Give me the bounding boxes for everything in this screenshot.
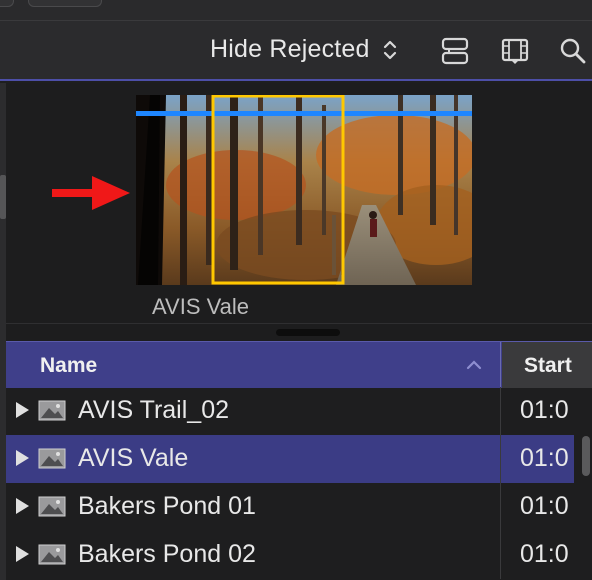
disclosure-triangle-icon[interactable] bbox=[16, 498, 29, 514]
clip-name: Bakers Pond 01 bbox=[78, 492, 256, 520]
red-arrow-icon bbox=[52, 176, 130, 210]
list-scroll-knob[interactable] bbox=[582, 436, 590, 476]
clip-name: AVIS Trail_02 bbox=[78, 396, 230, 424]
sort-ascending-icon[interactable] bbox=[466, 358, 482, 370]
left-scroll-knob[interactable] bbox=[0, 175, 6, 219]
hide-rejected-popup[interactable]: Hide Rejected bbox=[210, 35, 398, 64]
clip-start: 01:0 bbox=[520, 396, 569, 424]
clip-name: Bakers Pond 02 bbox=[78, 540, 256, 568]
filmstrip-icon[interactable] bbox=[500, 36, 530, 66]
clip-start: 01:0 bbox=[520, 492, 569, 520]
column-separator bbox=[500, 531, 501, 579]
disclosure-triangle-icon[interactable] bbox=[16, 402, 29, 418]
clip-list: Name Start AVIS Trail_02 01:0 AVIS Vale … bbox=[6, 341, 592, 580]
clip-thumbnail[interactable] bbox=[136, 95, 472, 285]
column-separator bbox=[500, 483, 501, 531]
list-scrollbar[interactable] bbox=[574, 390, 592, 580]
image-clip-icon bbox=[38, 544, 66, 565]
clip-start: 01:0 bbox=[520, 444, 569, 472]
column-separator[interactable] bbox=[500, 342, 501, 388]
column-header-name[interactable]: Name bbox=[40, 354, 97, 378]
clip-name-label: AVIS Vale bbox=[152, 294, 250, 319]
image-clip-icon bbox=[38, 496, 66, 517]
column-separator bbox=[500, 435, 501, 483]
pane-divider[interactable] bbox=[6, 323, 592, 342]
disclosure-triangle-icon[interactable] bbox=[16, 546, 29, 562]
stepper-icon bbox=[382, 37, 398, 63]
image-clip-icon bbox=[38, 400, 66, 421]
list-header: Name Start bbox=[6, 341, 592, 388]
clip-name: AVIS Vale bbox=[78, 444, 189, 472]
list-row[interactable]: Bakers Pond 01 01:0 bbox=[6, 483, 592, 531]
column-separator bbox=[500, 387, 501, 435]
hide-rejected-label: Hide Rejected bbox=[210, 35, 370, 63]
window-top-strip bbox=[0, 0, 592, 21]
tab[interactable] bbox=[28, 0, 102, 7]
list-row-selected[interactable]: AVIS Vale 01:0 bbox=[6, 435, 592, 483]
clip-start: 01:0 bbox=[520, 540, 569, 568]
tab-edge[interactable] bbox=[0, 0, 14, 7]
clip-appearance-icon[interactable] bbox=[440, 36, 470, 66]
browser-toolbar: Hide Rejected bbox=[0, 21, 592, 81]
image-clip-icon bbox=[38, 448, 66, 469]
column-header-start-cell[interactable]: Start bbox=[502, 342, 592, 388]
column-header-start: Start bbox=[524, 354, 572, 377]
list-row[interactable]: Bakers Pond 02 01:0 bbox=[6, 531, 592, 579]
search-icon[interactable] bbox=[558, 36, 588, 66]
disclosure-triangle-icon[interactable] bbox=[16, 450, 29, 466]
list-row[interactable]: AVIS Trail_02 01:0 bbox=[6, 387, 592, 435]
toolbar-accent-line bbox=[0, 79, 592, 81]
divider-grip[interactable] bbox=[276, 329, 340, 336]
